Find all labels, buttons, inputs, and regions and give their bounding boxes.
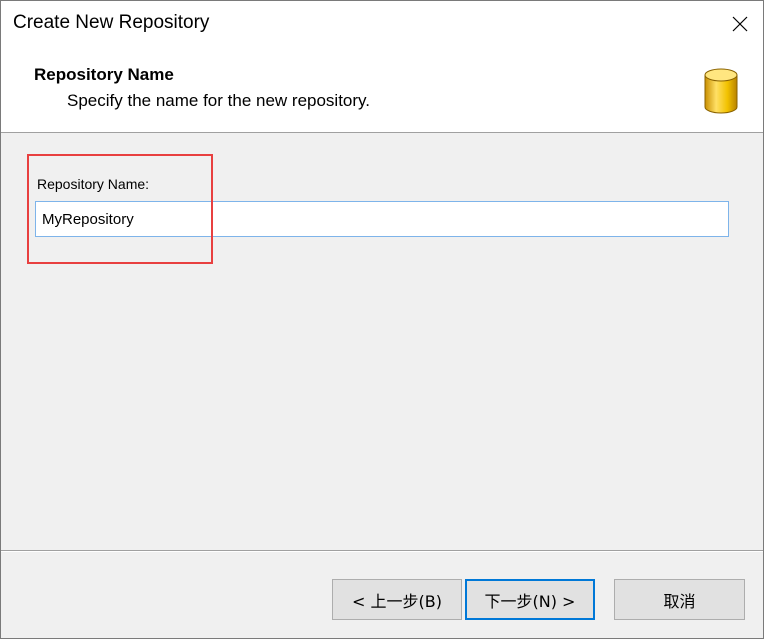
create-repository-dialog: Create New Repository Repository Name Sp… [0, 0, 764, 639]
page-title: Repository Name [34, 65, 174, 84]
database-icon [704, 68, 738, 114]
next-button[interactable]: 下一步(N) > [465, 579, 595, 620]
window-title: Create New Repository [13, 12, 210, 33]
page-subtitle: Specify the name for the new repository. [67, 91, 371, 110]
close-button[interactable] [725, 9, 755, 39]
repository-name-label: Repository Name: [37, 176, 150, 192]
wizard-header: Repository Name Specify the name for the… [1, 47, 763, 133]
repository-name-input[interactable] [35, 201, 729, 237]
back-button[interactable]: < 上一步(B) [332, 579, 462, 620]
close-icon [732, 16, 748, 32]
title-bar: Create New Repository [1, 1, 763, 47]
cancel-button[interactable]: 取消 [614, 579, 745, 620]
footer-divider [1, 550, 763, 552]
